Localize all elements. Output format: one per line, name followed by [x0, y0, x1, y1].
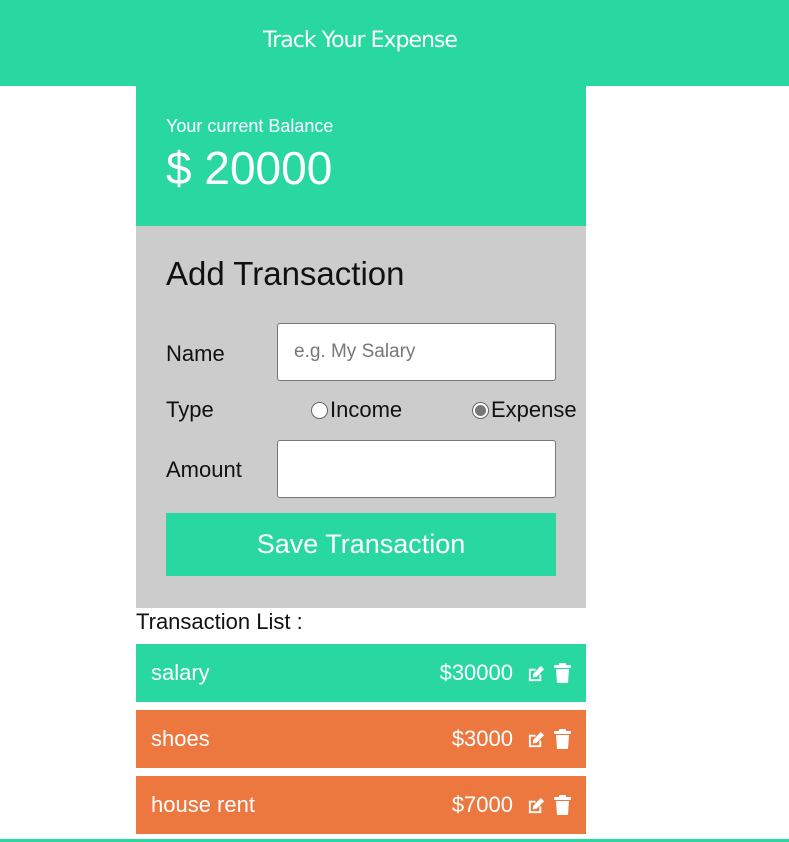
add-transaction-form: Add Transaction Name Type Income Expense…	[136, 226, 586, 608]
balance-card: Your current Balance $ 20000	[136, 86, 586, 226]
transaction-actions: $7000	[452, 792, 572, 818]
transaction-amount: $7000	[451, 792, 513, 817]
amount-input[interactable]	[277, 440, 556, 498]
transaction-name: house rent	[151, 792, 255, 817]
transaction-list: salary $30000 shoes $3000 house rent $70…	[136, 644, 586, 842]
trash-icon[interactable]	[552, 794, 572, 816]
transaction-amount: $3000	[451, 726, 513, 751]
save-transaction-button[interactable]: Save Transaction	[166, 513, 556, 576]
name-row: Name	[166, 323, 556, 381]
balance-value: $ 20000	[166, 142, 333, 194]
save-row: Save Transaction	[166, 513, 556, 576]
transaction-list-title: Transaction List :	[136, 609, 303, 634]
income-radio[interactable]: Income	[311, 397, 402, 423]
type-row: Type Income Expense	[166, 381, 577, 440]
name-label: Name	[166, 341, 225, 366]
income-radio-circle[interactable]	[311, 401, 328, 419]
type-label: Type	[166, 397, 214, 422]
trash-icon[interactable]	[552, 728, 572, 750]
transaction-amount: $30000	[439, 660, 513, 685]
amount-row: Amount	[166, 440, 556, 498]
app-header: Track Your Expense	[0, 0, 789, 86]
balance-label: Your current Balance	[166, 116, 334, 136]
transaction-actions: $3000	[452, 726, 572, 752]
main-card: Your current Balance $ 20000 Add Transac…	[136, 86, 586, 608]
transaction-item: house rent $7000	[136, 776, 586, 834]
amount-label: Amount	[166, 457, 242, 482]
trash-icon[interactable]	[552, 662, 572, 684]
transaction-name: shoes	[151, 726, 210, 751]
name-input[interactable]	[277, 323, 556, 381]
transaction-item: salary $30000	[136, 644, 586, 702]
transaction-actions: $30000	[440, 660, 572, 686]
transaction-item: shoes $3000	[136, 710, 586, 768]
form-title: Add Transaction	[166, 255, 405, 292]
edit-icon[interactable]	[526, 728, 546, 750]
app-title: Track Your Expense	[263, 28, 458, 53]
edit-icon[interactable]	[526, 794, 546, 816]
expense-radio-label: Expense	[491, 397, 577, 422]
expense-radio[interactable]: Expense	[472, 397, 577, 423]
transaction-name: salary	[151, 660, 210, 685]
edit-icon[interactable]	[526, 662, 546, 684]
income-radio-label: Income	[330, 397, 403, 422]
expense-radio-circle[interactable]	[472, 401, 489, 419]
